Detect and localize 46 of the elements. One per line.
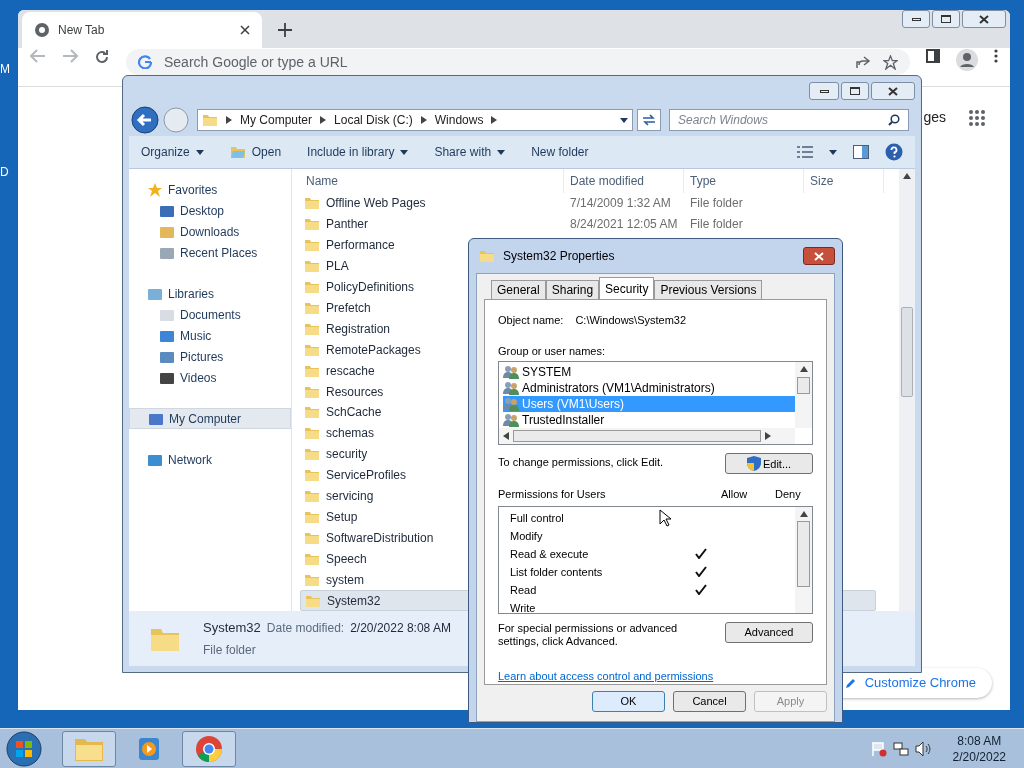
file-name: servicing	[326, 488, 374, 506]
date-modified: 7/14/2009 1:32 AM	[569, 195, 672, 213]
file-name: SchCache	[326, 404, 382, 422]
permission-name: Write	[510, 600, 536, 613]
detail-label: Date modified:	[266, 619, 345, 637]
column-header: Allow	[721, 487, 749, 503]
file-name: Registration	[326, 320, 391, 338]
tab-title: New Tab	[58, 22, 106, 39]
file-name: rescache	[326, 362, 375, 380]
file-name: PolicyDefinitions	[326, 278, 415, 296]
permission-name: Read & execute	[510, 546, 589, 562]
instruction-text: To change permissions, click Edit.	[498, 455, 664, 471]
file-name: system	[326, 571, 364, 589]
desktop-icon-label: M	[0, 61, 10, 78]
file-name: SoftwareDistribution	[326, 529, 434, 547]
field-label: Group or user names:	[498, 343, 606, 359]
dialog-title: System32 Properties	[503, 248, 616, 265]
field-label: Object name:	[498, 313, 564, 328]
permission-name: List folder contents	[510, 564, 603, 580]
permission-name: Read	[510, 582, 537, 598]
file-name: Resources	[326, 383, 384, 401]
file-name: Setup	[326, 508, 358, 526]
desktop-icon-label: D	[0, 164, 9, 181]
file-name: ServiceProfiles	[326, 467, 407, 485]
file-name: Prefetch	[326, 299, 371, 317]
file-name: security	[326, 446, 368, 464]
file-name: System32	[327, 592, 381, 610]
file-name: PLA	[326, 258, 349, 276]
file-name: Offline Web Pages	[326, 195, 426, 213]
file-name: Panther	[326, 216, 369, 234]
file-name: Speech	[326, 550, 367, 568]
date-modified: 8/24/2021 12:05 AM	[569, 216, 679, 234]
object-path: C:\Windows\System32	[575, 313, 687, 328]
file-name: Performance	[326, 237, 395, 255]
file-type: File folder	[689, 216, 744, 234]
column-header: Deny	[775, 487, 802, 503]
detail-name: System32	[203, 618, 261, 637]
permission-name: Full control	[510, 510, 564, 526]
file-name: RemotePackages	[326, 341, 421, 359]
file-type: File folder	[689, 195, 744, 213]
file-name: schemas	[326, 425, 375, 443]
instruction-text: For special permissions or advanced settings, click Advanced.	[498, 621, 679, 648]
detail-type: File folder	[203, 642, 257, 660]
detail-value: 2/20/2022 8:08 AM	[350, 619, 451, 637]
field-label: Permissions for Users	[498, 487, 607, 503]
permission-name: Modify	[510, 528, 543, 544]
